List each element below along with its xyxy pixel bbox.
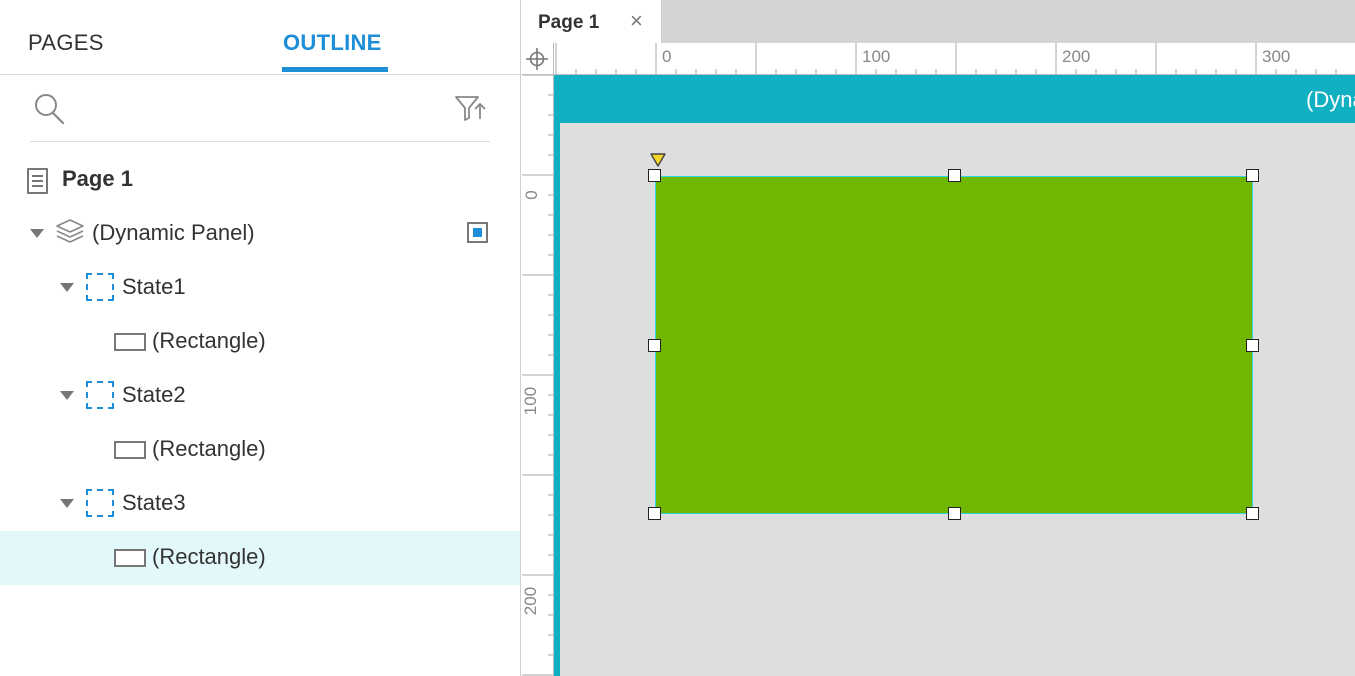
dynamic-panel-header[interactable]: (Dynamic Panel) — [554, 75, 1355, 123]
outline-search-input[interactable] — [76, 94, 436, 122]
panel-tab-strip: PAGES OUTLINE — [0, 0, 520, 75]
rectangle-icon — [114, 333, 146, 351]
ruler-v-label: 0 — [522, 190, 541, 200]
tree-label-rectangle-2: (Rectangle) — [152, 436, 266, 461]
tree-label-page: Page 1 — [62, 166, 133, 191]
tree-label-state1: State1 — [122, 274, 186, 299]
expand-caret-icon[interactable] — [60, 391, 74, 400]
filter-sort-icon[interactable] — [454, 94, 486, 124]
resize-handle-top-right[interactable] — [1246, 169, 1259, 182]
state-icon — [86, 489, 114, 517]
tab-page-1-label: Page 1 — [538, 12, 600, 33]
tree-row-state1[interactable]: State1 — [0, 260, 520, 314]
ruler-h-label: 200 — [1062, 47, 1091, 66]
dynamic-panel-header-label: (Dynamic Panel) — [1306, 87, 1355, 112]
rectangle-icon — [114, 441, 146, 459]
outline-panel: PAGES OUTLINE Page 1 (Dynamic Panel) Sta… — [0, 0, 521, 676]
ruler-h-label: 100 — [862, 47, 891, 66]
tree-row-rectangle-3[interactable]: (Rectangle) — [0, 531, 520, 585]
tab-outline[interactable]: OUTLINE — [283, 30, 382, 56]
ruler-h-label: 0 — [662, 47, 672, 66]
resize-handle-top[interactable] — [948, 169, 961, 182]
state-icon — [86, 381, 114, 409]
tree-row-dynamic-panel[interactable]: (Dynamic Panel) — [0, 206, 520, 260]
ruler-v-label: 200 — [522, 586, 540, 616]
widget-marker-icon[interactable] — [650, 153, 666, 167]
tree-label-rectangle-3: (Rectangle) — [152, 544, 266, 569]
resize-handle-bottom-left[interactable] — [648, 507, 661, 520]
tab-pages[interactable]: PAGES — [28, 30, 104, 56]
tree-label-rectangle-1: (Rectangle) — [152, 328, 266, 353]
close-icon[interactable]: × — [630, 10, 643, 32]
search-icon[interactable] — [32, 92, 66, 126]
ruler-v-label: 100 — [522, 386, 540, 416]
tree-row-rectangle-2[interactable]: (Rectangle) — [0, 422, 520, 476]
tree-label-state2: State2 — [122, 382, 186, 407]
state-icon — [86, 273, 114, 301]
resize-handle-right[interactable] — [1246, 339, 1259, 352]
document-tab-bar: Page 1 × — [522, 0, 1355, 43]
horizontal-ruler-ticks — [555, 43, 1337, 74]
crosshair-icon[interactable] — [522, 43, 554, 75]
active-tab-indicator — [282, 67, 388, 72]
tree-row-state3[interactable]: State3 — [0, 476, 520, 530]
expand-caret-icon[interactable] — [30, 229, 44, 238]
outline-search-bar — [30, 92, 490, 142]
rectangle-icon — [114, 549, 146, 567]
resize-handle-bottom-right[interactable] — [1246, 507, 1259, 520]
selected-rectangle[interactable] — [655, 176, 1253, 514]
expand-caret-icon[interactable] — [60, 499, 74, 508]
expand-caret-icon[interactable] — [60, 283, 74, 292]
tree-label-state3: State3 — [122, 490, 186, 515]
resize-handle-top-left[interactable] — [648, 169, 661, 182]
tree-label-dynamic-panel: (Dynamic Panel) — [92, 220, 255, 245]
tree-row-state2[interactable]: State2 — [0, 368, 520, 422]
tree-row-rectangle-1[interactable]: (Rectangle) — [0, 314, 520, 368]
tab-page-1[interactable]: Page 1 × — [522, 0, 662, 43]
horizontal-ruler: 0 100 200 300 — [554, 43, 1355, 75]
tree-row-page-1[interactable]: Page 1 — [0, 152, 520, 206]
ruler-h-label: 300 — [1262, 47, 1291, 66]
ruler-origin[interactable] — [522, 43, 554, 75]
resize-handle-left[interactable] — [648, 339, 661, 352]
page-icon — [27, 168, 48, 194]
panel-visibility-icon[interactable] — [467, 222, 488, 243]
resize-handle-bottom[interactable] — [948, 507, 961, 520]
layers-icon — [56, 219, 84, 243]
vertical-ruler: 0 100 200 — [522, 75, 554, 676]
